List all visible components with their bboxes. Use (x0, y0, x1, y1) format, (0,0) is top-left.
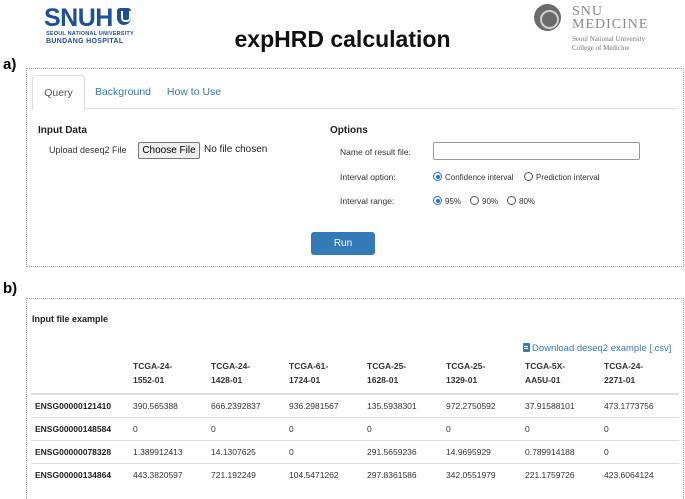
example-title: Input file example (32, 314, 109, 324)
column-header: TCGA-5X- AA5U-01 (521, 355, 600, 395)
table-cell: 666.2392837 (207, 393, 285, 417)
table-cell: 972.2750592 (442, 393, 521, 417)
table-header-row: TCGA-24- 1552-01 TCGA-24- 1428-01 TCGA-61-… (31, 355, 679, 395)
example-panel: Input file example Download deseq2 examp… (26, 298, 684, 499)
table-cell: 0 (363, 416, 442, 440)
table-row: ENSG00000078328 1.389912413 14.1307625 0… (31, 439, 679, 463)
download-example-label: Download deseq2 example [.csv] (532, 343, 672, 354)
table-cell: 0.789914188 (521, 439, 600, 463)
tab-query[interactable]: Query (32, 75, 85, 110)
column-header-line1: TCGA-25- (367, 361, 407, 371)
row-gene-id: ENSG00000121410 (31, 393, 129, 417)
radio-confidence-interval[interactable] (433, 172, 442, 181)
tab-how-to-use[interactable]: How to Use (162, 75, 226, 109)
run-button[interactable]: Run (311, 232, 375, 255)
example-table: TCGA-24- 1552-01 TCGA-24- 1428-01 TCGA-61-… (31, 355, 679, 486)
table-cell: 1.389912413 (129, 439, 207, 463)
snuh-emblem-icon (117, 8, 131, 25)
radio-range-90[interactable] (470, 196, 479, 205)
table-cell: 423.6064124 (600, 462, 679, 486)
column-header-line2: 2271-01 (604, 375, 636, 385)
column-header: TCGA-25- 1628-01 (363, 355, 442, 395)
tab-background[interactable]: Background (87, 75, 159, 109)
table-cell: 0 (521, 416, 600, 440)
radio-confidence-label: Confidence interval (445, 173, 514, 182)
table-cell: 14.9695929 (442, 439, 521, 463)
section-b-label: b) (3, 280, 18, 297)
column-header-line2: 1552-01 (133, 375, 165, 385)
upload-label: Upload deseq2 File (49, 145, 127, 155)
column-header-line2: 1428-01 (211, 375, 243, 385)
table-row: ENSG00000121410 390.565388 666.2392837 9… (31, 393, 679, 417)
column-header: TCGA-25- 1329-01 (442, 355, 521, 395)
table-cell: 0 (442, 416, 521, 440)
radio-range-80-label: 80% (519, 197, 536, 206)
snu-logo-line4: College of Medicine (572, 44, 630, 52)
options-heading: Options (330, 125, 368, 136)
snu-medicine-logo: SNU MEDICINE Seoul National University C… (532, 2, 672, 54)
radio-range-80[interactable] (507, 196, 516, 205)
column-header: TCGA-24- 1552-01 (129, 355, 207, 395)
no-file-text: No file chosen (204, 144, 268, 155)
radio-range-90-label: 90% (482, 197, 499, 206)
table-cell: 0 (207, 416, 285, 440)
table-cell: 0 (600, 439, 679, 463)
column-header: TCGA-24- 1428-01 (207, 355, 285, 395)
snu-emblem-icon (534, 4, 561, 31)
table-cell: 390.565388 (129, 393, 207, 417)
interval-range-label: Interval range: (340, 196, 395, 206)
table-row: ENSG00000148584 0 0 0 0 0 0 0 (31, 416, 679, 440)
table-cell: 14.1307625 (207, 439, 285, 463)
column-header-line1: TCGA-25- (446, 361, 486, 371)
column-header-line2: 1724-01 (289, 375, 321, 385)
table-cell: 297.8361586 (363, 462, 442, 486)
snu-logo-line2: MEDICINE (572, 17, 649, 32)
table-cell: 0 (129, 416, 207, 440)
snu-logo-line3: Seoul National University (572, 35, 646, 43)
column-header-line2: 1628-01 (367, 375, 399, 385)
column-header-line2: 1329-01 (446, 375, 478, 385)
table-cell: 37.91588101 (521, 393, 600, 417)
tab-bar: Query Background How to Use (32, 75, 678, 110)
table-cell: 291.5659236 (363, 439, 442, 463)
row-gene-id: ENSG00000134864 (31, 462, 129, 486)
table-cell: 135.5938301 (363, 393, 442, 417)
result-name-input[interactable] (433, 142, 640, 160)
file-csv-icon (523, 343, 530, 352)
column-header-line1: TCGA-24- (133, 361, 173, 371)
table-cell: 221.1759726 (521, 462, 600, 486)
radio-prediction-label: Prediction interval (536, 173, 600, 182)
query-panel: Query Background How to Use Input Data U… (26, 68, 684, 267)
column-header-line1: TCGA-61- (289, 361, 329, 371)
table-cell: 0 (600, 416, 679, 440)
column-header: TCGA-24- 2271-01 (600, 355, 679, 395)
column-header-line2: AA5U-01 (525, 375, 561, 385)
interval-option-label: Interval option: (340, 172, 396, 182)
table-cell: 473.1773756 (600, 393, 679, 417)
table-cell: 0 (285, 439, 363, 463)
column-header-gene (31, 355, 129, 395)
table-cell: 721.192249 (207, 462, 285, 486)
radio-range-95[interactable] (433, 196, 442, 205)
choose-file-button[interactable]: Choose File (138, 142, 200, 159)
input-data-heading: Input Data (38, 125, 87, 136)
column-header-line1: TCGA-5X- (525, 361, 566, 371)
table-cell: 342.0551979 (442, 462, 521, 486)
radio-range-95-label: 95% (445, 197, 462, 206)
column-header-line1: TCGA-24- (211, 361, 251, 371)
result-name-label: Name of result file: (340, 147, 411, 157)
download-example-link[interactable]: Download deseq2 example [.csv] (523, 343, 671, 354)
column-header-line1: TCGA-24- (604, 361, 644, 371)
table-cell: 443.3820597 (129, 462, 207, 486)
row-gene-id: ENSG00000078328 (31, 439, 129, 463)
row-gene-id: ENSG00000148584 (31, 416, 129, 440)
table-cell: 936.2981567 (285, 393, 363, 417)
table-cell: 104.5471262 (285, 462, 363, 486)
column-header: TCGA-61- 1724-01 (285, 355, 363, 395)
section-a-label: a) (3, 56, 17, 73)
table-cell: 0 (285, 416, 363, 440)
radio-prediction-interval[interactable] (524, 172, 533, 181)
table-row: ENSG00000134864 443.3820597 721.192249 1… (31, 462, 679, 486)
